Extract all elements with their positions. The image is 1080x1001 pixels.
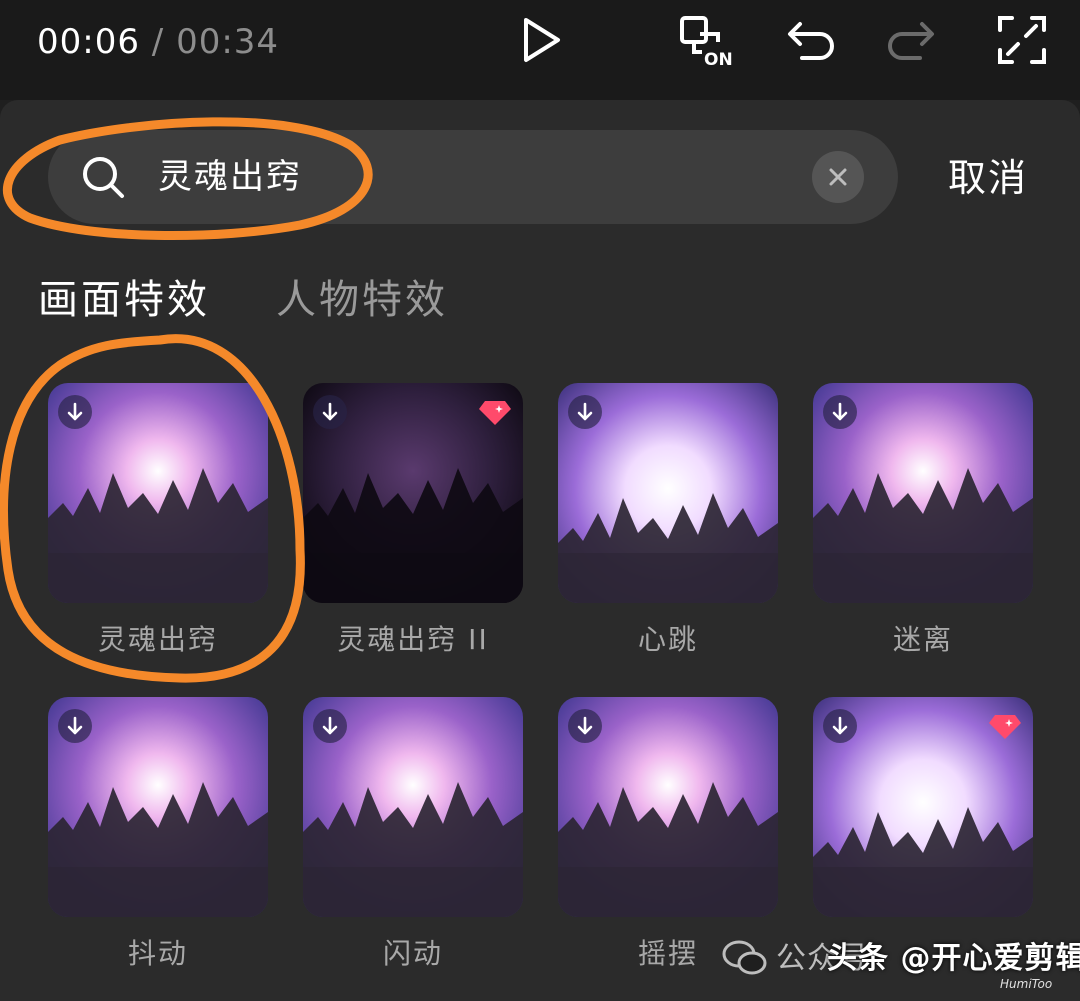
search-input[interactable]: 灵魂出窍 [158, 152, 302, 202]
effect-card[interactable] [303, 697, 523, 917]
effect-card[interactable] [558, 697, 778, 917]
effect-label: 灵魂出窍 II [337, 623, 489, 656]
current-time: 00:06 [37, 22, 140, 62]
download-icon[interactable] [823, 709, 857, 743]
on-badge-text: ON [704, 50, 733, 68]
time-separator: / [151, 22, 165, 62]
effect-card[interactable] [303, 383, 523, 603]
wechat-icon [722, 938, 768, 978]
clear-search-button[interactable] [812, 151, 864, 203]
effect-label: 心跳 [637, 623, 698, 656]
fullscreen-icon[interactable] [994, 12, 1050, 68]
download-icon[interactable] [823, 395, 857, 429]
close-icon [829, 168, 847, 186]
top-toolbar: 00:06 / 00:34 ON [0, 0, 1080, 100]
total-time: 00:34 [176, 22, 280, 62]
effect-label: 灵魂出窍 [97, 623, 218, 656]
effect-label: 闪动 [382, 937, 443, 970]
download-icon[interactable] [58, 395, 92, 429]
search-icon [78, 152, 128, 202]
tab-screen-effects[interactable]: 画面特效 [38, 272, 210, 328]
search-bar[interactable]: 灵魂出窍 [48, 130, 898, 224]
tab-character-effects[interactable]: 人物特效 [276, 272, 448, 328]
effect-card[interactable] [813, 697, 1033, 917]
watermark-small: HumiToo [1000, 977, 1053, 991]
effect-card[interactable] [48, 383, 268, 603]
effect-label: 迷离 [892, 623, 953, 656]
effect-card[interactable] [813, 383, 1033, 603]
effect-card[interactable] [558, 383, 778, 603]
effect-label: 抖动 [127, 937, 188, 970]
download-icon[interactable] [313, 709, 347, 743]
canvas-on-icon[interactable]: ON [678, 12, 734, 68]
download-icon[interactable] [568, 395, 602, 429]
undo-icon[interactable] [780, 12, 836, 68]
playback-time: 00:06 / 00:34 [37, 20, 279, 64]
play-icon[interactable] [512, 12, 568, 68]
premium-gem-icon [477, 397, 513, 427]
download-icon[interactable] [313, 395, 347, 429]
watermark-text-2: 头条 @开心爱剪辑 [827, 941, 1080, 976]
redo-icon[interactable] [886, 12, 942, 68]
download-icon[interactable] [58, 709, 92, 743]
effect-card[interactable] [48, 697, 268, 917]
download-icon[interactable] [568, 709, 602, 743]
cancel-button[interactable]: 取消 [948, 153, 1028, 203]
premium-gem-icon [987, 711, 1023, 741]
